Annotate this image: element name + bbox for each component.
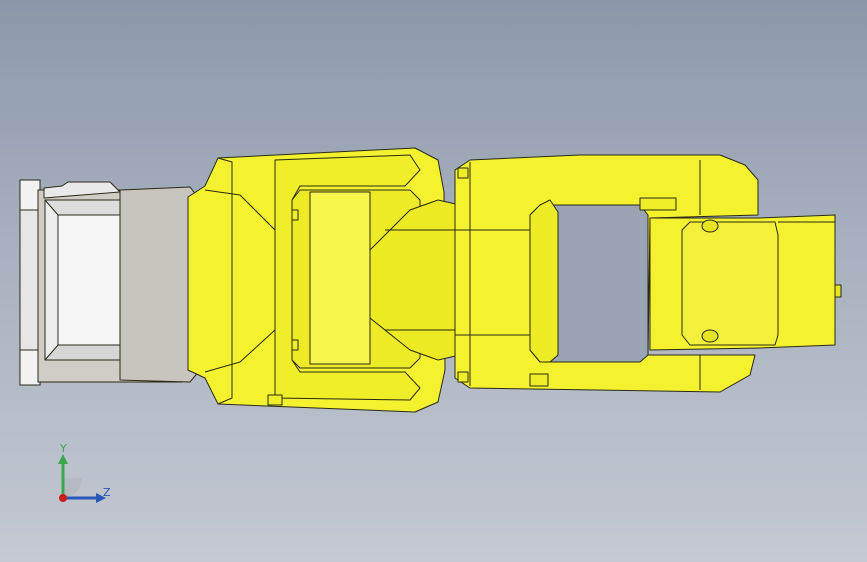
link-j2[interactable] (187, 147, 461, 413)
triad-arrows (58, 454, 106, 503)
robot-arm-model[interactable] (0, 0, 867, 562)
cad-viewport[interactable]: Y Z (0, 0, 867, 562)
z-axis-label: Z (103, 486, 111, 499)
axis-triad: Y Z (40, 440, 120, 510)
y-axis-label: Y (60, 442, 67, 455)
wrist-head[interactable] (649, 214, 842, 351)
